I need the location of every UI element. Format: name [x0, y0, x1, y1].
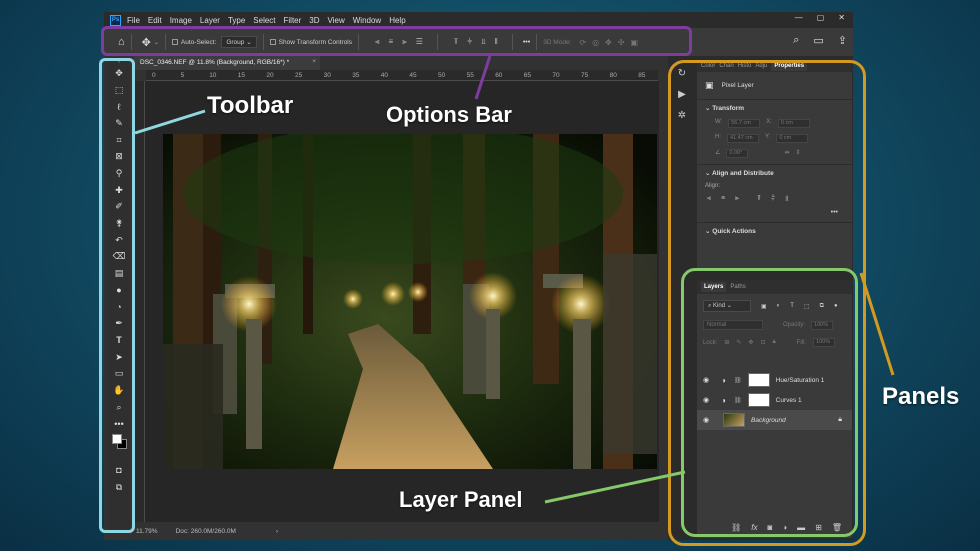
menu-help[interactable]: Help	[389, 16, 405, 25]
menu-edit[interactable]: Edit	[148, 16, 162, 25]
ruler-tick-label: 25	[295, 72, 303, 79]
menu-file[interactable]: File	[127, 16, 140, 25]
close-icon[interactable]: ×	[312, 58, 316, 65]
photoshop-logo-icon: Ps	[110, 14, 121, 26]
document-image[interactable]	[163, 134, 657, 469]
ruler-tick-label: 50	[438, 72, 446, 79]
menu-3d[interactable]: 3D	[309, 16, 319, 25]
workspace-icon[interactable]: ▭	[813, 34, 823, 47]
close-window-button[interactable]: ✕	[838, 13, 845, 22]
ruler-tick-label: 70	[552, 72, 560, 79]
vertical-ruler[interactable]	[134, 81, 145, 522]
document-size: Doc: 260.0M/260.0M	[175, 527, 236, 535]
ruler-tick-label: 5	[180, 72, 185, 79]
ruler-tick-label: 45	[409, 72, 417, 79]
horizontal-ruler[interactable]: 0 5 10 15 20 25 30 35 40 45 50 55 60 65 70 75 80 85	[146, 70, 658, 81]
ruler-tick-label: 30	[323, 72, 331, 79]
layer-panel-callout-line	[544, 470, 686, 504]
ruler-tick-label: 85	[638, 72, 646, 79]
panels-callout-label: Panels	[882, 383, 960, 410]
options-bar-callout-line	[474, 55, 492, 100]
menu-window[interactable]: Window	[353, 16, 381, 25]
ruler-tick-label: 10	[209, 72, 217, 79]
ruler-tick-label: 35	[352, 72, 360, 79]
ruler-tick-label: 15	[237, 72, 246, 79]
menu-view[interactable]: View	[328, 16, 345, 25]
menu-layer[interactable]: Layer	[200, 16, 220, 25]
document-tab[interactable]: DSC_0346.NEF @ 11.8% (Background, RGB/16…	[134, 56, 320, 70]
maximize-button[interactable]: ▢	[817, 13, 825, 22]
panels-callout-line	[859, 272, 895, 376]
share-icon[interactable]: ⇪	[838, 34, 847, 47]
menu-image[interactable]: Image	[170, 16, 192, 25]
options-bar-callout-label: Options Bar	[386, 102, 512, 127]
canvas-area[interactable]	[145, 81, 659, 522]
toolbar-callout-label: Toolbar	[207, 92, 294, 119]
ruler-tick-label: 0	[152, 72, 156, 79]
layer-panel-highlight	[681, 268, 858, 537]
forest-path-photo	[163, 134, 657, 469]
ruler-tick-label: 40	[380, 72, 389, 79]
menu-filter[interactable]: Filter	[284, 16, 302, 25]
menu-select[interactable]: Select	[253, 16, 275, 25]
status-bar: 11.79% Doc: 260.0M/260.0M ›	[134, 522, 659, 540]
foreground-color-icon[interactable]	[112, 434, 122, 445]
ruler-tick-label: 65	[523, 72, 532, 79]
search-icon[interactable]: ⌕	[793, 34, 799, 47]
ruler-tick-label: 20	[266, 72, 274, 79]
status-arrow-icon[interactable]: ›	[276, 528, 278, 535]
menu-type[interactable]: Type	[228, 16, 245, 25]
minimize-button[interactable]: —	[795, 13, 803, 22]
ruler-tick-label: 80	[609, 72, 617, 79]
document-title: DSC_0346.NEF @ 11.8% (Background, RGB/16…	[140, 59, 290, 66]
ruler-tick-label: 75	[581, 72, 589, 79]
options-bar-highlight	[101, 26, 692, 56]
zoom-level[interactable]: 11.79%	[136, 528, 158, 535]
layer-panel-callout-label: Layer Panel	[399, 487, 523, 512]
